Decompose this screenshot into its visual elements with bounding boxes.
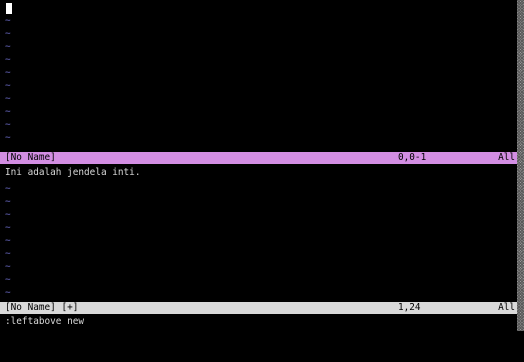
empty-line-marker: ~	[5, 28, 11, 39]
empty-line-marker: ~	[5, 119, 11, 130]
empty-line-marker: ~	[5, 15, 11, 26]
empty-line-marker: ~	[5, 80, 11, 91]
bottom-window-statusline[interactable]: [No Name] [+] 1,24 All	[0, 302, 517, 314]
empty-line-marker: ~	[5, 41, 11, 52]
empty-line-marker: ~	[5, 261, 11, 272]
window-scrollbar[interactable]	[517, 0, 524, 331]
cursor-position: 1,24	[398, 302, 421, 313]
buffer-text-line: Ini adalah jendela inti.	[5, 167, 141, 178]
empty-line-marker: ~	[5, 67, 11, 78]
empty-line-marker: ~	[5, 209, 11, 220]
scroll-indicator: All	[498, 152, 515, 163]
empty-line-marker: ~	[5, 274, 11, 285]
command-line[interactable]: :leftabove new	[5, 316, 84, 328]
buffer-name: [No Name] [+]	[5, 302, 79, 313]
empty-line-marker: ~	[5, 287, 11, 298]
empty-line-marker: ~	[5, 132, 11, 143]
empty-line-marker: ~	[5, 54, 11, 65]
empty-line-marker: ~	[5, 222, 11, 233]
empty-line-marker: ~	[5, 93, 11, 104]
top-window[interactable]: ~ ~ ~ ~ ~ ~ ~ ~ ~ ~	[0, 0, 517, 152]
empty-line-marker: ~	[5, 196, 11, 207]
empty-line-marker: ~	[5, 183, 11, 194]
buffer-name: [No Name]	[5, 152, 56, 163]
terminal-window[interactable]: ~ ~ ~ ~ ~ ~ ~ ~ ~ ~ [No Name] 0,0-1 All …	[0, 0, 517, 331]
top-window-statusline[interactable]: [No Name] 0,0-1 All	[0, 152, 517, 164]
empty-line-marker: ~	[5, 106, 11, 117]
text-cursor	[6, 3, 12, 14]
empty-line-marker: ~	[5, 235, 11, 246]
bottom-window[interactable]: Ini adalah jendela inti. ~ ~ ~ ~ ~ ~ ~ ~…	[0, 166, 517, 302]
cursor-position: 0,0-1	[398, 152, 427, 163]
empty-line-marker: ~	[5, 248, 11, 259]
scroll-indicator: All	[498, 302, 515, 313]
